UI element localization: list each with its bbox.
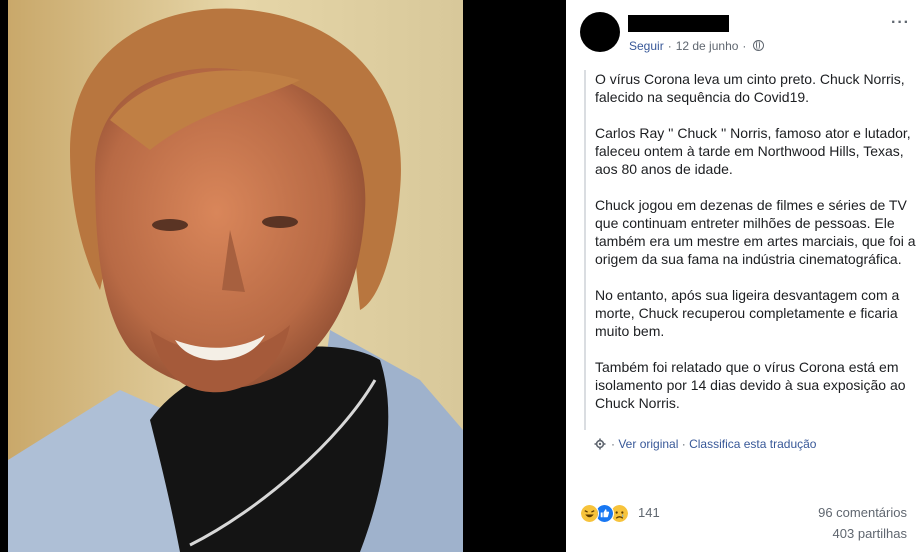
rate-translation-link[interactable]: Classifica esta tradução <box>689 437 816 451</box>
meta-separator: · <box>667 39 672 53</box>
author-name-redacted[interactable] <box>628 15 729 32</box>
shares-count[interactable]: 403 partilhas <box>833 526 907 541</box>
post-date[interactable]: 12 de junho <box>676 39 739 53</box>
translation-links: · Ver original · Classifica esta traduçã… <box>594 437 816 451</box>
see-original-link[interactable]: Ver original <box>618 437 678 451</box>
reaction-count[interactable]: 141 <box>638 505 660 520</box>
post-paragraph-3: Chuck jogou em dezenas de filmes e série… <box>595 197 916 267</box>
meta-separator-2: · <box>742 39 747 53</box>
comments-count[interactable]: 96 comentários <box>818 505 907 520</box>
follow-button[interactable]: Seguir <box>629 39 664 53</box>
globe-icon[interactable] <box>753 40 765 51</box>
photo-viewer <box>0 0 566 552</box>
gear-icon[interactable] <box>594 438 606 450</box>
more-options-icon[interactable]: ··· <box>891 14 910 32</box>
post-paragraph-4: No entanto, após sua ligeira desvantagem… <box>595 287 900 339</box>
post-photo[interactable] <box>0 0 566 552</box>
post-paragraph-5: Também foi relatado que o vírus Corona e… <box>595 359 906 411</box>
haha-reaction-icon <box>580 504 599 523</box>
avatar[interactable] <box>580 12 620 52</box>
post-meta: Seguir · 12 de junho · <box>629 39 765 53</box>
post-panel: Seguir · 12 de junho · ··· O vírus Corona l… <box>566 0 921 552</box>
translated-post-text: O vírus Corona leva um cinto preto. Chuc… <box>584 70 921 430</box>
translation-separator-1: · <box>611 437 615 451</box>
post-paragraph-1: O vírus Corona leva um cinto preto. Chuc… <box>595 71 905 105</box>
translation-separator-2: · <box>681 437 686 451</box>
post-paragraph-2: Carlos Ray '' Chuck '' Norris, famoso at… <box>595 125 911 177</box>
